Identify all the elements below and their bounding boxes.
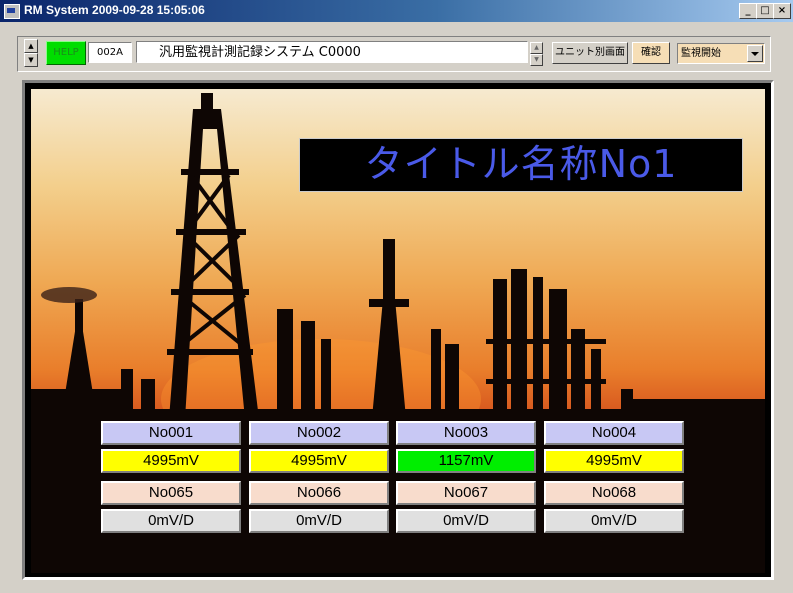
unit-screen-button[interactable]: ユニット別画面: [552, 42, 628, 64]
scroll-down-icon[interactable]: ▼: [530, 54, 543, 66]
spin-up-icon[interactable]: ▲: [24, 39, 38, 53]
channel-name[interactable]: No004: [544, 421, 684, 445]
channel-name[interactable]: No067: [396, 481, 536, 505]
channel-value: 4995mV: [249, 449, 389, 473]
mode-select-value: 監視開始: [681, 48, 721, 59]
channel-name[interactable]: No001: [101, 421, 241, 445]
mode-select[interactable]: 監視開始: [677, 43, 765, 64]
app-icon[interactable]: [4, 4, 20, 19]
channel-value: 4995mV: [544, 449, 684, 473]
spin-down-icon[interactable]: ▼: [24, 53, 38, 67]
channel-name[interactable]: No066: [249, 481, 389, 505]
channel-value: 4995mV: [101, 449, 241, 473]
dropdown-arrow-icon[interactable]: [747, 45, 763, 62]
minimize-icon[interactable]: _: [739, 3, 757, 19]
channel-name[interactable]: No002: [249, 421, 389, 445]
page-spinner[interactable]: ▲ ▼: [24, 39, 38, 67]
channel-name[interactable]: No065: [101, 481, 241, 505]
channel-value: 0mV/D: [249, 509, 389, 533]
window-title: RM System 2009-09-28 15:05:06: [24, 3, 205, 17]
channel-value: 0mV/D: [101, 509, 241, 533]
scroll-up-icon[interactable]: ▲: [530, 42, 543, 54]
channel-value: 1157mV: [396, 449, 536, 473]
confirm-button[interactable]: 確認: [632, 42, 670, 64]
unit-code-field[interactable]: 002A: [88, 42, 132, 63]
title-scroll[interactable]: ▲ ▼: [530, 42, 543, 66]
channel-name[interactable]: No068: [544, 481, 684, 505]
display-title: タイトル名称No1: [299, 138, 743, 192]
system-title-field: 汎用監視計測記録システム C0000: [136, 41, 528, 63]
close-icon[interactable]: ×: [773, 3, 791, 19]
channel-value: 0mV/D: [544, 509, 684, 533]
maximize-icon[interactable]: □: [756, 3, 774, 19]
window-titlebar[interactable]: RM System 2009-09-28 15:05:06 _ □ ×: [0, 0, 793, 22]
toolbar: ▲ ▼ HELP 002A 汎用監視計測記録システム C0000 ▲ ▼ ユニッ…: [17, 36, 771, 72]
channel-name[interactable]: No003: [396, 421, 536, 445]
help-button[interactable]: HELP: [46, 41, 86, 65]
channel-value: 0mV/D: [396, 509, 536, 533]
